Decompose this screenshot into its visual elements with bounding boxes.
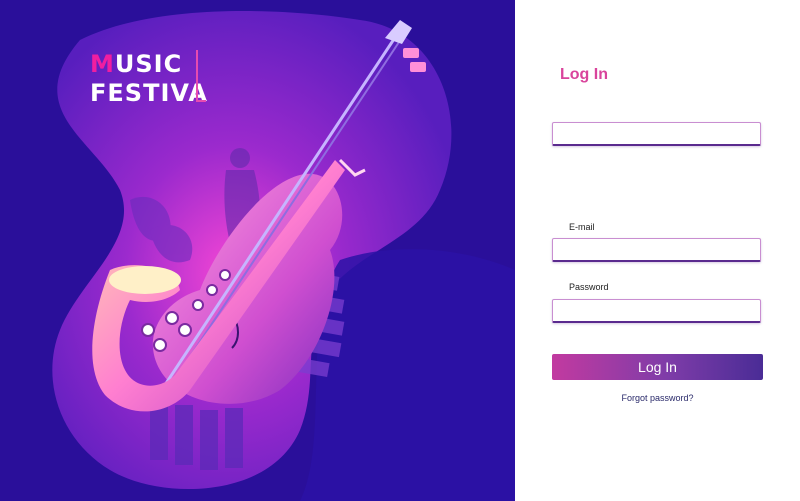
- logo-bracket-foot: [196, 100, 206, 102]
- logo-bracket-mark: [196, 50, 198, 102]
- hero-panel: MUSIC FESTIVA: [0, 0, 515, 501]
- login-title: Log In: [560, 66, 608, 83]
- login-button[interactable]: Log In: [552, 354, 763, 380]
- top-input-field[interactable]: [552, 122, 761, 146]
- email-field[interactable]: [552, 238, 761, 262]
- password-field[interactable]: [552, 299, 761, 323]
- password-label: Password: [569, 282, 609, 292]
- forgot-password-link[interactable]: Forgot password?: [515, 393, 800, 403]
- login-panel: Log In E-mail Password Log In Forgot pas…: [515, 0, 800, 501]
- logo-line-1: MUSIC: [90, 50, 183, 78]
- logo-line-2: FESTIVA: [90, 79, 208, 107]
- email-label: E-mail: [569, 222, 595, 232]
- music-illustration: [52, 11, 515, 501]
- festival-logo: MUSIC FESTIVA: [90, 50, 208, 108]
